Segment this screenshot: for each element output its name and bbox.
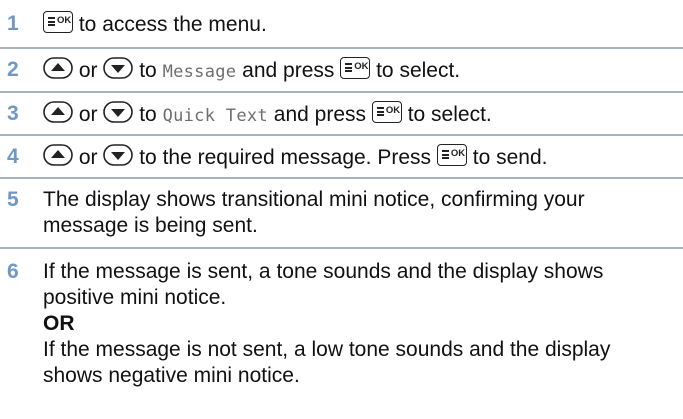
menu-ok-key-icon: OK xyxy=(340,57,371,79)
menu-item-quick-text: Quick Text xyxy=(162,106,268,126)
down-arrow-key-icon xyxy=(103,144,134,166)
menu-ok-key-icon: OK xyxy=(43,11,73,33)
or-text: or xyxy=(78,103,98,126)
or-label: OR xyxy=(43,312,75,335)
up-arrow-key-icon xyxy=(43,144,73,166)
and-press-text: and press xyxy=(242,59,335,82)
step-number: 4 xyxy=(7,145,19,168)
step-3: 3 or to Quick Text and press OK to selec… xyxy=(0,93,683,136)
step-number: 2 xyxy=(7,58,19,81)
menu-ok-key-icon: OK xyxy=(371,101,402,123)
and-press-text: and press xyxy=(273,103,367,126)
step-6-not-sent-text: If the message is not sent, a low tone s… xyxy=(43,338,611,387)
step-number: 6 xyxy=(7,260,19,283)
up-arrow-key-icon xyxy=(43,57,73,79)
step-1-text: to access the menu. xyxy=(78,13,267,36)
step-number: 1 xyxy=(7,12,19,35)
step-number: 3 xyxy=(7,102,19,125)
menu-item-message: Message xyxy=(162,62,237,82)
down-arrow-key-icon xyxy=(103,57,134,79)
menu-ok-key-icon: OK xyxy=(436,144,467,166)
instruction-steps: 1 OK to access the menu. 2 or to Message… xyxy=(0,0,683,417)
or-text: or xyxy=(78,59,98,82)
to-select-text: to select. xyxy=(376,59,461,82)
to-text: to xyxy=(139,103,157,126)
step-5-text: The display shows transitional mini noti… xyxy=(43,188,585,237)
or-text: or xyxy=(78,146,98,169)
up-arrow-key-icon xyxy=(43,101,73,123)
step-number: 5 xyxy=(7,188,19,211)
step-5: 5 The display shows transitional mini no… xyxy=(0,179,683,249)
step-4: 4 or to the required message. Press OK t… xyxy=(0,136,683,179)
to-text: to xyxy=(139,59,157,82)
step-4-text: to the required message. Press xyxy=(139,146,432,169)
step-6: 6 If the message is sent, a tone sounds … xyxy=(0,249,683,417)
step-text: or to Message and press OK to select. xyxy=(43,57,679,85)
to-send-text: to send. xyxy=(472,146,548,169)
step-text: OK to access the menu. xyxy=(43,11,679,38)
to-select-text: to select. xyxy=(407,103,492,126)
down-arrow-key-icon xyxy=(103,101,134,123)
step-text: or to Quick Text and press OK to select. xyxy=(43,101,679,129)
step-text: or to the required message. Press OK to … xyxy=(43,144,679,171)
step-6-sent-text: If the message is sent, a tone sounds an… xyxy=(43,260,604,309)
step-2: 2 or to Message and press OK to select. xyxy=(0,49,683,93)
step-1: 1 OK to access the menu. xyxy=(0,0,683,49)
